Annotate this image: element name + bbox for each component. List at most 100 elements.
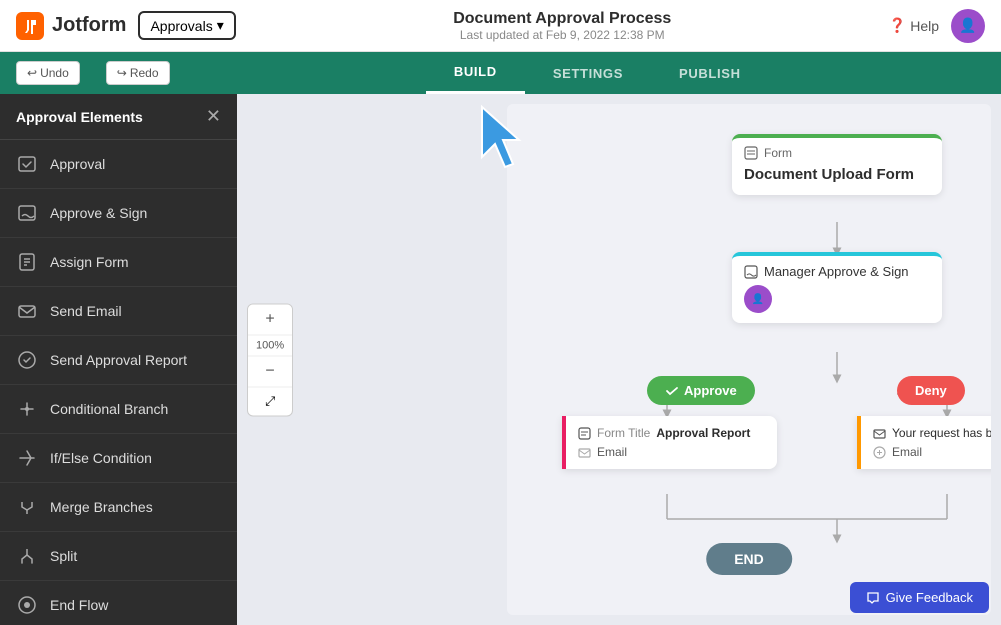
deny-result-message: Your request has been denied.	[892, 426, 991, 440]
email-icon-deny	[873, 427, 886, 440]
form-node[interactable]: Form Document Upload Form	[732, 134, 942, 195]
sidebar-title: Approval Elements	[16, 109, 143, 125]
tab-build[interactable]: BUILD	[426, 52, 525, 94]
approval-icon	[16, 153, 38, 175]
manager-avatar: 👤	[744, 285, 772, 313]
tab-settings[interactable]: SETTINGS	[525, 52, 651, 94]
sidebar-item-split[interactable]: Split	[0, 532, 237, 581]
sidebar-item-end-flow[interactable]: End Flow	[0, 581, 237, 625]
approve-sign-node-icon	[744, 265, 758, 279]
flow-canvas[interactable]: Form Document Upload Form Manager Approv…	[507, 104, 991, 615]
sidebar-item-send-approval-report-label: Send Approval Report	[50, 352, 187, 368]
sidebar-item-approval-label: Approval	[50, 156, 105, 172]
sidebar-item-send-approval-report[interactable]: Send Approval Report	[0, 336, 237, 385]
zoom-out-button[interactable]: −	[248, 356, 292, 386]
redo-button[interactable]: ↪ Redo	[106, 61, 170, 85]
form-node-type: Form	[764, 146, 792, 160]
approve-icon	[665, 384, 679, 398]
sidebar-item-merge-branches[interactable]: Merge Branches	[0, 483, 237, 532]
form-node-title: Document Upload Form	[732, 164, 942, 195]
report-icon	[578, 427, 591, 440]
undo-button[interactable]: ↩ Undo	[16, 61, 80, 85]
sidebar-item-merge-branches-label: Merge Branches	[50, 499, 153, 515]
link-icon-deny	[873, 446, 886, 459]
breadcrumb-button[interactable]: Approvals ▾	[138, 11, 235, 40]
deny-btn-label: Deny	[915, 383, 947, 398]
chevron-down-icon: ▾	[217, 17, 224, 34]
avatar[interactable]: 👤	[951, 9, 985, 43]
approve-result-field-value: Approval Report	[656, 426, 750, 440]
sidebar-item-ifelse-label: If/Else Condition	[50, 450, 152, 466]
form-node-icon	[744, 146, 758, 160]
help-icon: ❓	[889, 17, 906, 34]
tab-bar: ↩ Undo ↪ Redo BUILD SETTINGS PUBLISH	[0, 52, 1001, 94]
sidebar-item-assign-form[interactable]: Assign Form	[0, 238, 237, 287]
sidebar-item-send-email-label: Send Email	[50, 303, 122, 319]
deny-result-node[interactable]: Your request has been denied. Email	[857, 416, 991, 469]
approve-sign-icon	[16, 202, 38, 224]
give-feedback-button[interactable]: Give Feedback	[850, 582, 989, 613]
send-approval-report-icon	[16, 349, 38, 371]
tab-publish[interactable]: PUBLISH	[651, 52, 769, 94]
sidebar-close-button[interactable]: ✕	[206, 106, 221, 127]
merge-icon	[16, 496, 38, 518]
sidebar-item-ifelse-condition[interactable]: If/Else Condition	[0, 434, 237, 483]
main-tabs: BUILD SETTINGS PUBLISH	[210, 52, 986, 94]
conditional-branch-icon	[16, 398, 38, 420]
sidebar-item-approve-sign-label: Approve & Sign	[50, 205, 147, 221]
sidebar-item-approval[interactable]: Approval	[0, 140, 237, 189]
undo-icon: ↩	[27, 66, 37, 80]
sidebar-item-assign-form-label: Assign Form	[50, 254, 129, 270]
breadcrumb-label: Approvals	[150, 18, 212, 34]
help-button[interactable]: ❓ Help	[889, 17, 939, 34]
deny-button[interactable]: Deny	[897, 376, 965, 405]
end-label: END	[734, 551, 764, 567]
tab-build-label: BUILD	[454, 64, 497, 79]
send-email-icon	[16, 300, 38, 322]
help-label: Help	[910, 18, 939, 34]
zoom-controls: + 100% − ⤢	[247, 303, 293, 416]
last-updated: Last updated at Feb 9, 2022 12:38 PM	[236, 28, 889, 42]
sidebar-item-conditional-branch-label: Conditional Branch	[50, 401, 168, 417]
jotform-logo-icon	[16, 12, 44, 40]
logo: Jotform	[16, 12, 126, 40]
sidebar-item-approve-sign[interactable]: Approve & Sign	[0, 189, 237, 238]
approve-result-field-label: Form Title	[597, 426, 650, 440]
tab-settings-label: SETTINGS	[553, 66, 623, 81]
ifelse-icon	[16, 447, 38, 469]
approve-button[interactable]: Approve	[647, 376, 755, 405]
zoom-in-button[interactable]: +	[248, 304, 292, 334]
page-title: Document Approval Process	[236, 10, 889, 28]
redo-label: Redo	[130, 66, 159, 80]
end-node: END	[706, 543, 792, 575]
zoom-percent: 100%	[248, 334, 292, 356]
approve-sign-node[interactable]: Manager Approve & Sign 👤	[732, 252, 942, 323]
approve-btn-label: Approve	[684, 383, 737, 398]
header-right: ❓ Help 👤	[889, 9, 985, 43]
sidebar-item-send-email[interactable]: Send Email	[0, 287, 237, 336]
avatar-initials: 👤	[959, 17, 976, 34]
feedback-label: Give Feedback	[886, 590, 973, 605]
top-header: Jotform Approvals ▾ Document Approval Pr…	[0, 0, 1001, 52]
undo-label: Undo	[40, 66, 69, 80]
sidebar: Approval Elements ✕ Approval Approve & S…	[0, 94, 237, 625]
end-flow-icon	[16, 594, 38, 616]
feedback-icon	[866, 591, 880, 605]
deny-result-email-label: Email	[892, 445, 922, 459]
main-layout: Approval Elements ✕ Approval Approve & S…	[0, 94, 1001, 625]
assign-form-icon	[16, 251, 38, 273]
sidebar-item-split-label: Split	[50, 548, 77, 564]
sidebar-header: Approval Elements ✕	[0, 94, 237, 140]
approve-result-node[interactable]: Form Title Approval Report Email	[562, 416, 777, 469]
sidebar-item-end-flow-label: End Flow	[50, 597, 108, 613]
center-title: Document Approval Process Last updated a…	[236, 10, 889, 42]
undo-redo-group: ↩ Undo ↪ Redo	[16, 61, 190, 85]
sidebar-item-conditional-branch[interactable]: Conditional Branch	[0, 385, 237, 434]
zoom-expand-button[interactable]: ⤢	[248, 386, 292, 415]
email-icon-approve	[578, 446, 591, 459]
canvas-area[interactable]: + 100% − ⤢	[237, 94, 1001, 625]
split-icon	[16, 545, 38, 567]
redo-icon: ↪	[117, 66, 127, 80]
approve-sign-node-label: Manager Approve & Sign	[764, 264, 909, 279]
logo-text: Jotform	[52, 14, 126, 37]
